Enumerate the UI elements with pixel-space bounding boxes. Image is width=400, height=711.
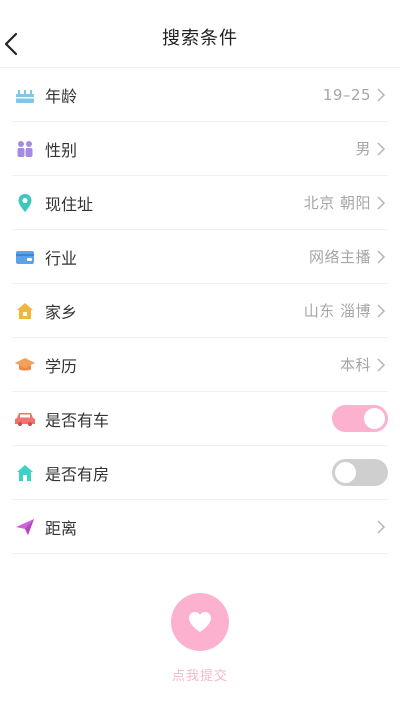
navigation-bar: 搜索条件 [0, 0, 400, 68]
paper-plane-icon [14, 516, 36, 538]
chevron-right-icon [377, 357, 386, 372]
toggle-knob [364, 408, 385, 429]
submit-label[interactable]: 点我提交 [172, 665, 228, 684]
row-value: 男 [355, 140, 371, 158]
row-label: 是否有房 [45, 464, 110, 484]
row-label: 现住址 [45, 194, 94, 214]
row-label: 性别 [45, 140, 78, 160]
row-label: 距离 [45, 518, 78, 538]
row-value: 山东 淄博 [303, 302, 371, 320]
has-house-toggle[interactable] [332, 459, 388, 486]
row-education[interactable]: 学历 本科 [12, 338, 388, 392]
search-criteria-list: 年龄 19–25 性别 男 现住址 北京 朝阳 行业 网络主播 家乡 山东 淄博… [0, 68, 400, 554]
chevron-right-icon [377, 249, 386, 264]
chevron-right-icon [377, 195, 386, 210]
submit-area: 点我提交 [0, 593, 400, 684]
row-label: 年龄 [45, 86, 78, 106]
row-label: 家乡 [45, 302, 78, 322]
row-label: 学历 [45, 356, 78, 376]
house-icon [14, 462, 36, 484]
has-car-toggle[interactable] [332, 405, 388, 432]
row-gender[interactable]: 性别 男 [12, 122, 388, 176]
chevron-right-icon [377, 303, 386, 318]
row-industry[interactable]: 行业 网络主播 [12, 230, 388, 284]
graduation-cap-icon [14, 354, 36, 376]
row-value: 19–25 [322, 85, 371, 104]
row-distance[interactable]: 距离 [12, 500, 388, 554]
cake-icon [14, 84, 36, 106]
submit-button[interactable] [171, 593, 229, 651]
row-value: 本科 [339, 356, 371, 374]
row-label: 行业 [45, 248, 78, 268]
row-age[interactable]: 年龄 19–25 [12, 68, 388, 122]
location-pin-icon [14, 192, 36, 214]
chevron-right-icon [377, 87, 386, 102]
page-title: 搜索条件 [162, 27, 238, 49]
row-value: 网络主播 [308, 248, 371, 266]
wallet-icon [14, 246, 36, 268]
car-icon [14, 408, 36, 430]
chevron-right-icon [377, 519, 386, 534]
row-current-address[interactable]: 现住址 北京 朝阳 [12, 176, 388, 230]
row-hometown[interactable]: 家乡 山东 淄博 [12, 284, 388, 338]
heart-icon [189, 612, 211, 632]
row-label: 是否有车 [45, 410, 110, 430]
row-value: 北京 朝阳 [303, 194, 371, 212]
people-icon [14, 138, 36, 160]
home-icon [14, 300, 36, 322]
toggle-knob [335, 462, 356, 483]
row-has-house: 是否有房 [12, 446, 388, 500]
row-has-car: 是否有车 [12, 392, 388, 446]
chevron-right-icon [377, 141, 386, 156]
back-arrow-icon[interactable] [2, 30, 24, 58]
